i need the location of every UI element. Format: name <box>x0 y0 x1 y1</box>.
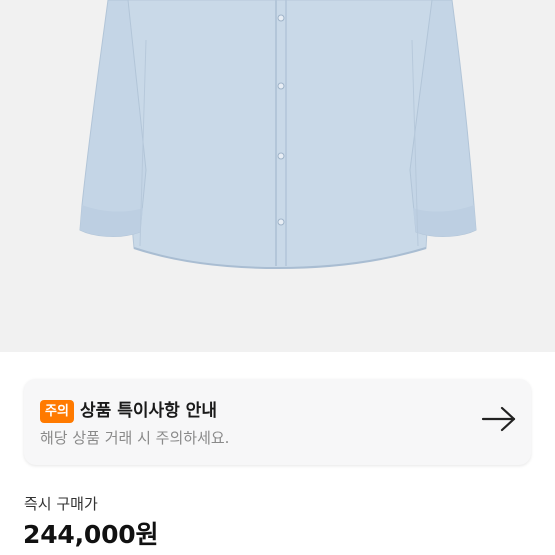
notice-badge: 주의 <box>40 400 74 423</box>
instant-purchase-price: 244,000원 <box>23 520 159 549</box>
notice-card[interactable]: 주의 상품 특이사항 안내 해당 상품 거래 시 주의하세요. <box>24 379 531 465</box>
notice-description: 해당 상품 거래 시 주의하세요. <box>40 429 230 447</box>
arrow-right-icon[interactable] <box>481 405 517 433</box>
product-image[interactable] <box>0 0 555 352</box>
notice-title: 상품 특이사항 안내 <box>80 401 217 421</box>
instant-purchase-label: 즉시 구매가 <box>24 495 98 513</box>
shirt-image <box>79 0 477 270</box>
